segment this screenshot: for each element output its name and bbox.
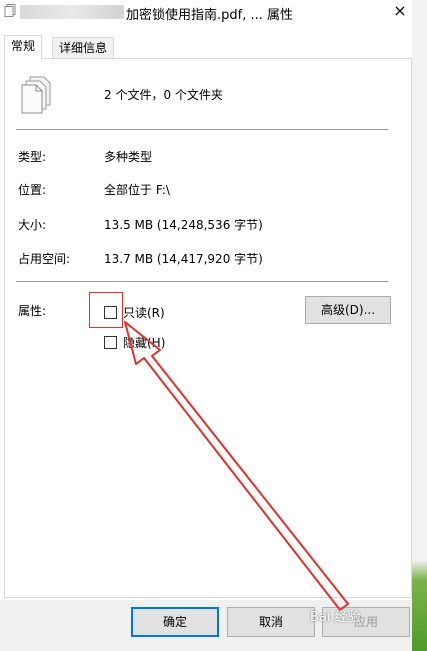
size-label: 大小: — [18, 218, 47, 232]
watermark: Bai 经验 — [310, 610, 361, 625]
cancel-button[interactable]: 取消 — [227, 607, 315, 637]
hidden-checkbox-row[interactable]: 隐藏(H) — [104, 334, 165, 351]
disk-size-value: 13.7 MB (14,417,920 字节) — [104, 252, 263, 266]
title-bar: 加密锁使用指南.pdf, ... 属性 × — [0, 0, 412, 26]
disk-size-label: 占用空间: — [18, 252, 71, 266]
window-title: 加密锁使用指南.pdf, ... 属性 — [126, 8, 294, 23]
tab-general[interactable]: 常规 — [4, 35, 43, 60]
close-icon[interactable]: × — [388, 0, 412, 24]
advanced-button[interactable]: 高级(D)... — [305, 296, 391, 324]
selection-summary: 2 个文件，0 个文件夹 — [104, 88, 223, 102]
general-panel — [4, 58, 412, 598]
readonly-label[interactable]: 只读(R) — [123, 304, 165, 321]
location-value: 全部位于 F:\ — [104, 183, 170, 197]
separator — [16, 129, 388, 130]
attributes-label: 属性: — [18, 304, 47, 318]
hidden-label[interactable]: 隐藏(H) — [123, 334, 165, 351]
type-label: 类型: — [18, 150, 47, 164]
type-value: 多种类型 — [104, 150, 153, 164]
background-strip — [412, 0, 427, 651]
hidden-checkbox[interactable] — [104, 336, 117, 349]
bottom-strip — [0, 640, 412, 651]
tab-details[interactable]: 详细信息 — [52, 37, 115, 58]
tab-bar: 常规 详细信息 — [0, 35, 412, 60]
ok-button[interactable]: 确定 — [131, 607, 219, 637]
document-icon — [4, 4, 16, 17]
annotation-highlight-box — [89, 292, 123, 328]
location-label: 位置: — [18, 183, 47, 197]
size-value: 13.5 MB (14,248,536 字节) — [104, 218, 263, 232]
file-stack-icon — [21, 76, 51, 114]
blurred-filename — [20, 5, 124, 19]
separator — [16, 281, 388, 282]
